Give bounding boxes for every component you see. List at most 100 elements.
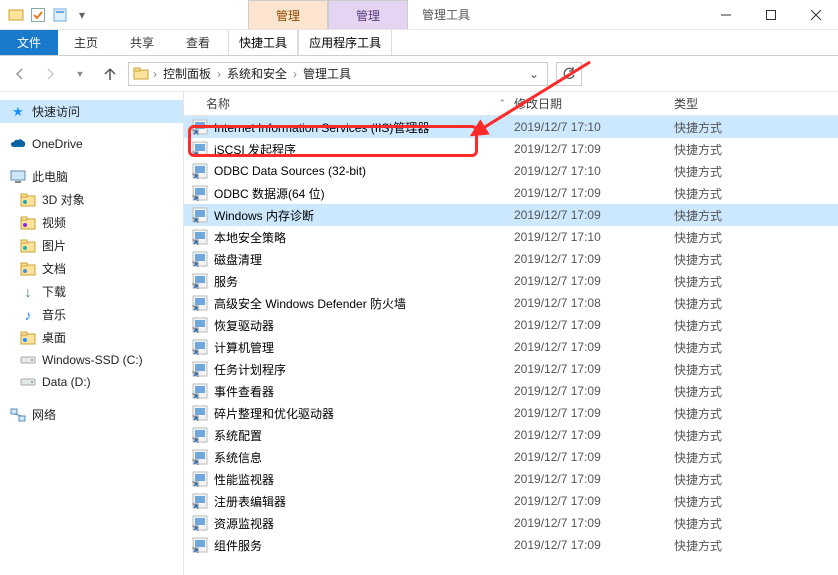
- ribbon-app-tools[interactable]: 应用程序工具: [298, 30, 392, 55]
- file-row[interactable]: 服务2019/12/7 17:09快捷方式: [184, 270, 838, 292]
- chevron-right-icon[interactable]: ›: [153, 67, 157, 81]
- file-name: 任务计划程序: [214, 361, 286, 378]
- file-name: ODBC Data Sources (32-bit): [214, 164, 366, 178]
- sidebar-this-pc[interactable]: 此电脑: [0, 165, 183, 188]
- file-row[interactable]: 资源监视器2019/12/7 17:09快捷方式: [184, 512, 838, 534]
- file-row[interactable]: 任务计划程序2019/12/7 17:09快捷方式: [184, 358, 838, 380]
- file-date: 2019/12/7 17:09: [514, 252, 674, 266]
- file-row[interactable]: 高级安全 Windows Defender 防火墙2019/12/7 17:08…: [184, 292, 838, 314]
- file-row[interactable]: ODBC Data Sources (32-bit) 2019/12/7 17:1…: [184, 160, 838, 182]
- shortcut-icon: [192, 317, 208, 333]
- address-box[interactable]: › 控制面板 › 系统和安全 › 管理工具 ⌄: [128, 62, 548, 86]
- ribbon-view-tab[interactable]: 查看: [170, 30, 226, 55]
- sidebar-quick-access[interactable]: ★ 快速访问: [0, 100, 183, 123]
- file-list-pane: 名称 ⌃ 修改日期 类型 Internet Information Servic…: [184, 92, 838, 575]
- shortcut-icon: [192, 273, 208, 289]
- file-row[interactable]: Internet Information Services (IIS)管理器20…: [184, 116, 838, 138]
- column-header-date[interactable]: 修改日期: [514, 95, 674, 112]
- file-type: 快捷方式: [674, 229, 838, 246]
- shortcut-icon: [192, 427, 208, 443]
- sidebar-item[interactable]: Data (D:): [0, 371, 183, 393]
- file-row[interactable]: 碎片整理和优化驱动器2019/12/7 17:09快捷方式: [184, 402, 838, 424]
- file-row[interactable]: 本地安全策略2019/12/7 17:10快捷方式: [184, 226, 838, 248]
- file-row[interactable]: 磁盘清理 2019/12/7 17:09快捷方式: [184, 248, 838, 270]
- file-name: iSCSI 发起程序: [214, 141, 296, 158]
- file-date: 2019/12/7 17:09: [514, 406, 674, 420]
- sidebar-item[interactable]: ♪音乐: [0, 303, 183, 326]
- shortcut-icon: [192, 339, 208, 355]
- file-row[interactable]: 系统配置2019/12/7 17:09快捷方式: [184, 424, 838, 446]
- sidebar-item[interactable]: 图片: [0, 234, 183, 257]
- sidebar-item[interactable]: 桌面: [0, 326, 183, 349]
- qat-checkbox-icon[interactable]: [30, 7, 46, 23]
- file-name: 磁盘清理: [214, 251, 262, 268]
- breadcrumb-control-panel[interactable]: 控制面板: [161, 65, 213, 82]
- docs-icon: [20, 261, 36, 277]
- ribbon-share-tab[interactable]: 共享: [114, 30, 170, 55]
- minimize-button[interactable]: [703, 0, 748, 29]
- contextual-tab-app[interactable]: 管理: [328, 0, 408, 29]
- sidebar-item[interactable]: 视频: [0, 211, 183, 234]
- file-name: 恢复驱动器: [214, 317, 274, 334]
- shortcut-icon: [192, 163, 208, 179]
- sidebar-item[interactable]: ↓下载: [0, 280, 183, 303]
- file-type: 快捷方式: [674, 141, 838, 158]
- close-button[interactable]: [793, 0, 838, 29]
- file-type: 快捷方式: [674, 383, 838, 400]
- file-row[interactable]: iSCSI 发起程序 2019/12/7 17:09快捷方式: [184, 138, 838, 160]
- file-row[interactable]: 性能监视器2019/12/7 17:09快捷方式: [184, 468, 838, 490]
- sidebar-network[interactable]: 网络: [0, 403, 183, 426]
- file-date: 2019/12/7 17:10: [514, 120, 674, 134]
- sidebar-item[interactable]: 3D 对象: [0, 188, 183, 211]
- file-row[interactable]: 注册表编辑器2019/12/7 17:09快捷方式: [184, 490, 838, 512]
- file-row[interactable]: 系统信息2019/12/7 17:09快捷方式: [184, 446, 838, 468]
- file-row[interactable]: 组件服务2019/12/7 17:09快捷方式: [184, 534, 838, 556]
- ribbon-home-tab[interactable]: 主页: [58, 30, 114, 55]
- file-type: 快捷方式: [674, 119, 838, 136]
- pictures-icon: [20, 238, 36, 254]
- address-bar: ▼ › 控制面板 › 系统和安全 › 管理工具 ⌄: [0, 56, 838, 92]
- nav-recent-button[interactable]: ▼: [68, 62, 92, 86]
- maximize-button[interactable]: [748, 0, 793, 29]
- ribbon-shortcut-tools[interactable]: 快捷工具: [228, 30, 298, 55]
- breadcrumb-admin-tools[interactable]: 管理工具: [301, 65, 353, 82]
- column-header-type[interactable]: 类型: [674, 95, 838, 112]
- file-date: 2019/12/7 17:09: [514, 208, 674, 222]
- file-type: 快捷方式: [674, 163, 838, 180]
- chevron-right-icon[interactable]: ›: [293, 67, 297, 81]
- file-type: 快捷方式: [674, 251, 838, 268]
- file-name: 性能监视器: [214, 471, 274, 488]
- shortcut-icon: [192, 405, 208, 421]
- drive-icon: [20, 352, 36, 368]
- navigation-pane: ★ 快速访问 OneDrive 此电脑 3D 对象视频图片文档↓下载♪音乐桌面W…: [0, 92, 184, 575]
- nav-forward-button[interactable]: [38, 62, 62, 86]
- qat-properties-icon[interactable]: [52, 7, 68, 23]
- file-date: 2019/12/7 17:10: [514, 164, 674, 178]
- file-row[interactable]: 计算机管理2019/12/7 17:09快捷方式: [184, 336, 838, 358]
- file-date: 2019/12/7 17:09: [514, 516, 674, 530]
- nav-back-button[interactable]: [8, 62, 32, 86]
- contextual-tab-shortcut[interactable]: 管理: [248, 0, 328, 29]
- column-header-name[interactable]: 名称 ⌃: [184, 95, 514, 112]
- nav-up-button[interactable]: [98, 62, 122, 86]
- qat-dropdown-icon[interactable]: ▾: [74, 7, 90, 23]
- sidebar-item[interactable]: Windows-SSD (C:): [0, 349, 183, 371]
- file-date: 2019/12/7 17:09: [514, 142, 674, 156]
- file-row[interactable]: 事件查看器2019/12/7 17:09快捷方式: [184, 380, 838, 402]
- refresh-button[interactable]: [556, 62, 582, 86]
- sidebar-item[interactable]: 文档: [0, 257, 183, 280]
- address-dropdown-icon[interactable]: ⌄: [525, 67, 543, 81]
- file-type: 快捷方式: [674, 317, 838, 334]
- file-type: 快捷方式: [674, 185, 838, 202]
- chevron-right-icon[interactable]: ›: [217, 67, 221, 81]
- breadcrumb-system-security[interactable]: 系统和安全: [225, 65, 289, 82]
- quick-access-toolbar: ▾: [0, 0, 98, 29]
- file-row[interactable]: Windows 内存诊断2019/12/7 17:09快捷方式: [184, 204, 838, 226]
- shortcut-icon: [192, 229, 208, 245]
- file-row[interactable]: 恢复驱动器2019/12/7 17:09快捷方式: [184, 314, 838, 336]
- ribbon-file-tab[interactable]: 文件: [0, 30, 58, 55]
- shortcut-icon: [192, 119, 208, 135]
- file-date: 2019/12/7 17:09: [514, 450, 674, 464]
- file-row[interactable]: ODBC 数据源(64 位)2019/12/7 17:09快捷方式: [184, 182, 838, 204]
- sidebar-onedrive[interactable]: OneDrive: [0, 133, 183, 155]
